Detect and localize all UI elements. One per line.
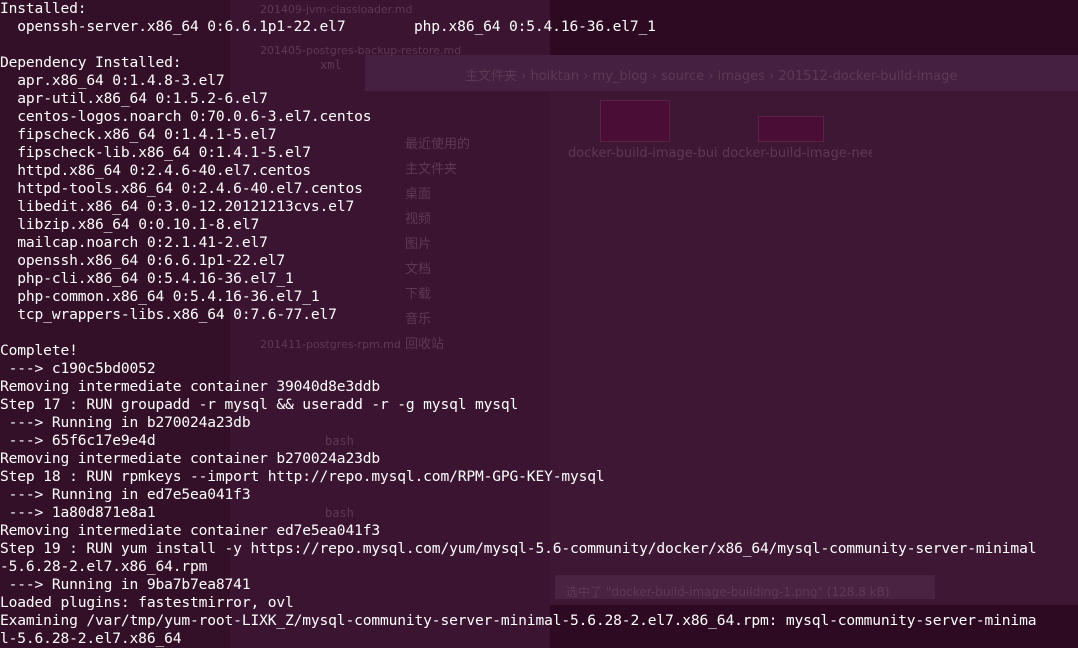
output-line: Examining /var/tmp/yum-root-LIXK_Z/mysql… [0,612,1037,629]
output-line: Removing intermediate container 39040d8e… [0,378,380,395]
dependency-package: httpd-tools.x86_64 0:2.4.6-40.el7.centos [17,180,363,197]
dependency-package: httpd.x86_64 0:2.4.6-40.el7.centos [17,162,311,179]
output-line: Complete! [0,342,78,359]
output-line: ---> Running in 9ba7b7ea8741 [0,576,251,593]
dependency-package: libzip.x86_64 0:0.10.1-8.el7 [17,216,260,233]
output-line: ---> Running in ed7e5ea041f3 [0,486,251,503]
dependency-package: libedit.x86_64 0:3.0-12.20121213cvs.el7 [17,198,355,215]
installed-header: Installed: [0,0,87,17]
installed-package: openssh-server.x86_64 0:6.6.1p1-22.el7 [17,18,346,35]
output-line: Step 18 : RUN rpmkeys --import http://re… [0,468,605,485]
dependency-package: php-cli.x86_64 0:5.4.16-36.el7_1 [17,270,294,287]
output-line: ---> c190c5bd0052 [0,360,156,377]
output-line: Removing intermediate container b270024a… [0,450,380,467]
dependency-package: centos-logos.noarch 0:70.0.6-3.el7.cento… [17,108,372,125]
dependency-package: mailcap.noarch 0:2.1.41-2.el7 [17,234,268,251]
output-line: Loaded plugins: fastestmirror, ovl [0,594,294,611]
output-line: ---> 1a80d871e8a1 [0,504,156,521]
dependency-package: apr-util.x86_64 0:1.5.2-6.el7 [17,90,268,107]
output-line: ---> Running in b270024a23db [0,414,251,431]
dependency-package: fipscheck.x86_64 0:1.4.1-5.el7 [17,126,277,143]
output-line: ---> 65f6c17e9e4d [0,432,156,449]
installed-packages-row: openssh-server.x86_64 0:6.6.1p1-22.el7 ph… [0,18,1078,36]
dependency-package: apr.x86_64 0:1.4.8-3.el7 [17,72,225,89]
output-line: Step 19 : RUN yum install -y https://rep… [0,540,1037,557]
output-line: l-5.6.28-2.el7.x86_64 [0,630,182,647]
dependency-package: tcp_wrappers-libs.x86_64 0:7.6-77.el7 [17,306,337,323]
installed-package: php.x86_64 0:5.4.16-36.el7_1 [414,18,656,35]
output-line: Removing intermediate container ed7e5ea0… [0,522,380,539]
output-line: -5.6.28-2.el7.x86_64.rpm [0,558,208,575]
terminal-output[interactable]: Installed: openssh-server.x86_64 0:6.6.1… [0,0,1078,648]
dependency-header: Dependency Installed: [0,54,182,71]
dependency-package: fipscheck-lib.x86_64 0:1.4.1-5.el7 [17,144,311,161]
dependency-package: php-common.x86_64 0:5.4.16-36.el7_1 [17,288,320,305]
dependency-package: openssh.x86_64 0:6.6.1p1-22.el7 [17,252,286,269]
output-line: Step 17 : RUN groupadd -r mysql && usera… [0,396,519,413]
